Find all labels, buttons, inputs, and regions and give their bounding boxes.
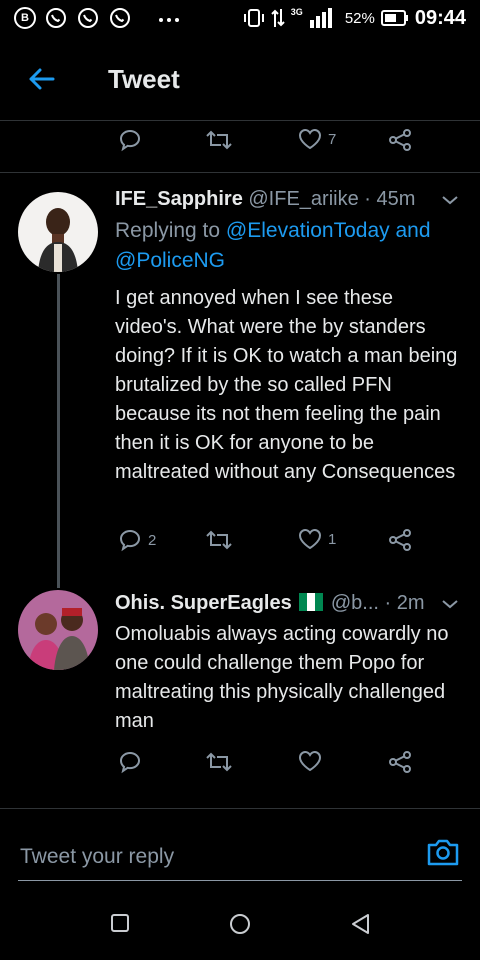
back-arrow-icon[interactable] [26, 64, 56, 94]
heart-icon [298, 528, 322, 550]
retweet-button[interactable] [205, 128, 233, 152]
battery-percent: 52% [344, 9, 375, 27]
reply-icon [119, 129, 141, 152]
recents-square-icon[interactable] [109, 912, 131, 934]
like-button[interactable]: 7 [298, 128, 336, 150]
page-title: Tweet [108, 64, 180, 94]
reply-input[interactable] [18, 836, 412, 878]
tweet-text: I get annoyed when I see these video's. … [115, 287, 458, 483]
like-button[interactable] [298, 750, 328, 772]
tweet-text: Omoluabis always acting cowardly no one … [115, 623, 449, 732]
retweet-icon [206, 752, 232, 772]
chevron-down-icon[interactable] [440, 190, 460, 210]
data-arrows-icon [271, 9, 285, 27]
app-header: Tweet [0, 50, 480, 110]
reply-button[interactable]: 2 [118, 528, 156, 552]
divider [0, 808, 480, 809]
reply-icon [119, 529, 141, 552]
heart-icon [298, 750, 322, 772]
share-button[interactable] [387, 528, 413, 552]
divider [0, 172, 480, 173]
timestamp: · 45m [364, 188, 416, 210]
share-icon [389, 529, 411, 551]
back-triangle-icon[interactable] [349, 912, 373, 936]
vibrate-icon [243, 9, 264, 27]
reply-composer [18, 836, 462, 881]
timestamp: · 2m [384, 592, 425, 614]
signal-icon [309, 8, 332, 28]
reply-icon [119, 751, 141, 774]
system-nav-bar [0, 896, 480, 960]
whatsapp-icon [110, 8, 130, 28]
handle[interactable]: @IFE_ariike [248, 188, 358, 210]
retweet-icon [206, 130, 232, 150]
tweet-header: IFE_Sapphire @IFE_ariike · 45m [115, 188, 460, 211]
status-bar: B 3G 52% 09:44 [0, 0, 480, 36]
replying-prefix: Replying to [115, 219, 226, 242]
display-name[interactable]: Ohis. SuperEagles [115, 592, 292, 614]
like-count: 7 [328, 130, 337, 148]
clock: 09:44 [414, 6, 466, 29]
handle[interactable]: @b... [331, 592, 379, 614]
like-button[interactable]: 1 [298, 528, 336, 550]
b-circle-icon: B [14, 7, 36, 29]
reply-count: 2 [148, 531, 157, 549]
mention-link[interactable]: @PoliceNG [115, 249, 225, 272]
main-tweet-actions: 7 [0, 128, 480, 158]
share-button[interactable] [387, 750, 413, 774]
avatar[interactable] [18, 590, 98, 670]
mention-link[interactable]: @ElevationToday and [226, 219, 431, 242]
like-count: 1 [328, 530, 337, 548]
retweet-icon [206, 530, 232, 550]
divider [0, 120, 480, 121]
display-name[interactable]: IFE_Sapphire [115, 188, 243, 210]
tweet-actions [0, 750, 480, 780]
more-dots-icon [159, 18, 179, 22]
share-button[interactable] [387, 128, 413, 152]
tweet[interactable]: IFE_Sapphire @IFE_ariike · 45m Replying … [0, 188, 480, 588]
reply-button[interactable] [118, 128, 142, 152]
whatsapp-icon [78, 8, 98, 28]
reply-button[interactable] [118, 750, 148, 774]
whatsapp-icon [46, 8, 66, 28]
heart-icon [298, 128, 322, 150]
retweet-button[interactable] [205, 750, 233, 774]
chevron-down-icon[interactable] [440, 594, 460, 614]
home-circle-icon[interactable] [228, 912, 252, 936]
retweet-button[interactable] [205, 528, 233, 552]
nigeria-flag-icon [299, 593, 324, 611]
network-type: 3G [290, 7, 303, 17]
camera-icon[interactable] [426, 836, 460, 868]
tweet-header: Ohis. SuperEagles @b... · 2m [115, 592, 460, 615]
tweet[interactable]: Ohis. SuperEagles @b... · 2m Omoluabis a… [0, 590, 480, 790]
tweet-actions: 2 1 [0, 528, 480, 558]
battery-icon [380, 10, 408, 26]
avatar[interactable] [18, 192, 98, 272]
share-icon [389, 129, 411, 151]
replying-to: Replying to @ElevationToday and @PoliceN… [115, 216, 465, 276]
share-icon [389, 751, 411, 773]
